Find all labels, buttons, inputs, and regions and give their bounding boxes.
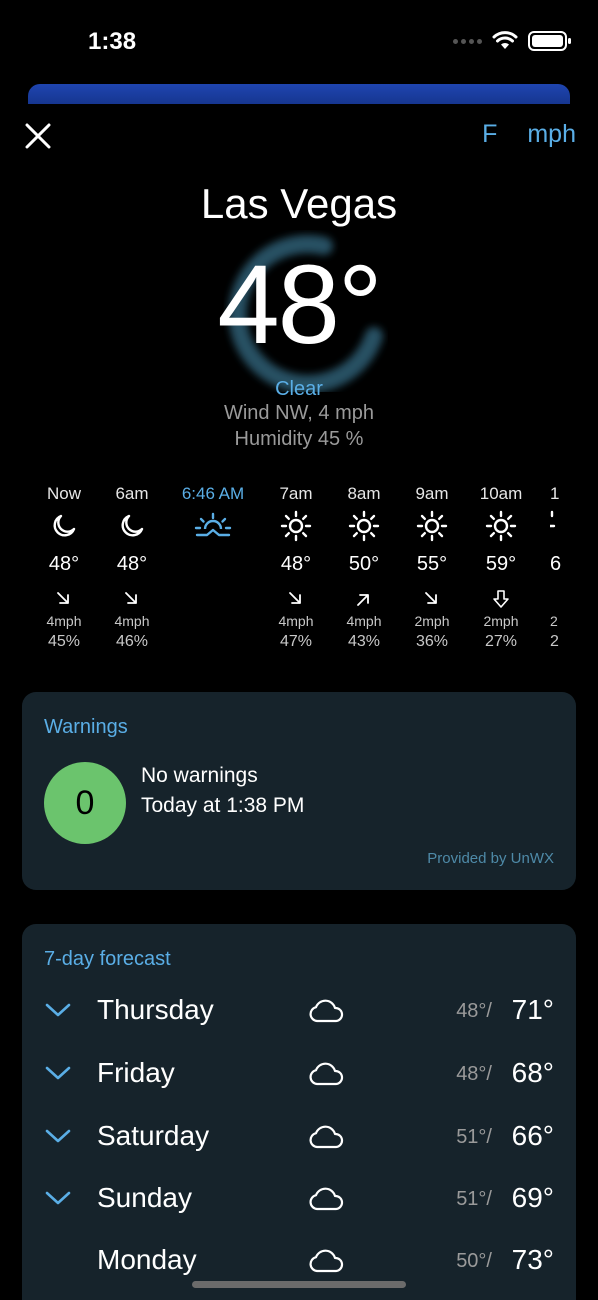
- hour-time: 6am: [115, 484, 149, 503]
- battery-icon: [528, 31, 571, 51]
- warnings-status: No warnings: [141, 764, 258, 787]
- sun-icon: [348, 510, 380, 542]
- day-low-temp: 50°/: [456, 1250, 492, 1272]
- current-humidity: Humidity 45 %: [234, 428, 364, 450]
- cloud-icon: [309, 999, 344, 1023]
- day-low-temp: 51°/: [456, 1126, 492, 1148]
- sunrise-icon: [194, 512, 232, 537]
- day-name: Sunday: [97, 1182, 192, 1213]
- home-indicator[interactable]: [192, 1281, 406, 1288]
- sun-icon: [485, 510, 517, 542]
- arrow-down-right-icon: [289, 592, 301, 604]
- warnings-provider: Provided by UnWX: [427, 850, 554, 867]
- close-icon: [25, 123, 51, 149]
- hour-humidity: 36%: [415, 633, 449, 650]
- day-high-temp: 66°: [511, 1120, 554, 1151]
- sun-icon: [550, 510, 556, 528]
- close-button[interactable]: [22, 120, 54, 152]
- arrow-down-right-icon: [57, 592, 69, 604]
- hour-humidity: 2: [550, 633, 559, 650]
- forecast-card: 7-day forecast Thursday 48°/ 71° Friday …: [22, 924, 576, 1300]
- hour-column: 9am 55° 2mph 36%: [392, 482, 472, 654]
- status-bar: 1:38: [0, 0, 598, 80]
- day-name: Saturday: [97, 1120, 210, 1151]
- arrow-down-right-icon: [125, 592, 137, 604]
- current-condition: Clear: [275, 378, 323, 400]
- day-name: Friday: [97, 1057, 175, 1088]
- moon-icon: [53, 514, 76, 537]
- chevron-down-icon: [45, 1066, 71, 1080]
- sun-icon: [416, 510, 448, 542]
- day-high-temp: 71°: [511, 994, 554, 1025]
- moon-icon: [121, 514, 144, 537]
- arrow-up-right-icon: [357, 594, 369, 606]
- status-icons: [453, 30, 572, 52]
- hour-temp: 6: [550, 553, 562, 575]
- wifi-icon: [492, 31, 518, 49]
- forecast-day-row[interactable]: Saturday 51°/ 66°: [22, 1108, 576, 1168]
- temp-unit-toggle[interactable]: F: [482, 120, 497, 149]
- chevron-down-icon: [45, 1191, 71, 1205]
- warnings-card[interactable]: Warnings 0 No warnings Today at 1:38 PM …: [22, 692, 576, 890]
- day-high-temp: 73°: [511, 1244, 554, 1275]
- hour-wind: 4mph: [114, 613, 150, 629]
- warnings-updated: Today at 1:38 PM: [141, 794, 305, 817]
- day-name: Monday: [97, 1244, 197, 1275]
- cloud-icon: [309, 1062, 344, 1086]
- top-banner: [28, 84, 570, 104]
- status-time: 1:38: [88, 28, 137, 55]
- forecast-day-row[interactable]: Sunday 51°/ 69°: [22, 1170, 576, 1230]
- cellular-signal-icon: [453, 38, 482, 44]
- day-low-temp: 48°/: [456, 1063, 492, 1085]
- warnings-count-badge: 0: [44, 762, 126, 844]
- hour-temp: 48°: [116, 553, 148, 575]
- city-name: Las Vegas: [200, 180, 398, 227]
- hour-time: 9am: [415, 484, 449, 503]
- current-wind: Wind NW, 4 mph: [223, 402, 375, 424]
- forecast-title: 7-day forecast: [44, 948, 171, 970]
- hour-temp: 55°: [416, 553, 448, 575]
- unit-toggles: F mph: [482, 120, 576, 149]
- hour-column: 6am 48° 4mph 46%: [92, 482, 172, 654]
- hour-column-partial: 1 6 2 2: [518, 482, 598, 654]
- cloud-icon: [309, 1249, 344, 1273]
- current-temperature: 48°: [217, 242, 382, 367]
- day-low-temp: 48°/: [456, 1000, 492, 1022]
- hour-time: 1: [550, 484, 560, 503]
- forecast-day-row[interactable]: Thursday 48°/ 71°: [22, 982, 576, 1042]
- sun-icon: [280, 510, 312, 542]
- hour-humidity: 46%: [115, 633, 149, 650]
- speed-unit-toggle[interactable]: mph: [527, 120, 576, 149]
- hour-wind: 2: [550, 613, 558, 629]
- warnings-title: Warnings: [44, 716, 128, 738]
- sunrise-column: 6:46 AM: [173, 482, 253, 546]
- cloud-icon: [309, 1187, 344, 1211]
- arrow-down-icon: [493, 590, 509, 608]
- sunrise-time: 6:46 AM: [181, 484, 245, 503]
- day-high-temp: 68°: [511, 1057, 554, 1088]
- chevron-down-icon: [45, 1003, 71, 1017]
- day-high-temp: 69°: [511, 1182, 554, 1213]
- arrow-down-right-icon: [425, 592, 437, 604]
- forecast-day-row[interactable]: Friday 48°/ 68°: [22, 1045, 576, 1105]
- hour-wind: 2mph: [414, 613, 450, 629]
- day-name: Thursday: [97, 994, 214, 1025]
- hourly-forecast[interactable]: Now 48° 4mph 45% 6am 48° 4mph 46% 6:46 A…: [0, 482, 598, 662]
- cloud-icon: [309, 1125, 344, 1149]
- chevron-down-icon: [45, 1129, 71, 1143]
- day-low-temp: 51°/: [456, 1188, 492, 1210]
